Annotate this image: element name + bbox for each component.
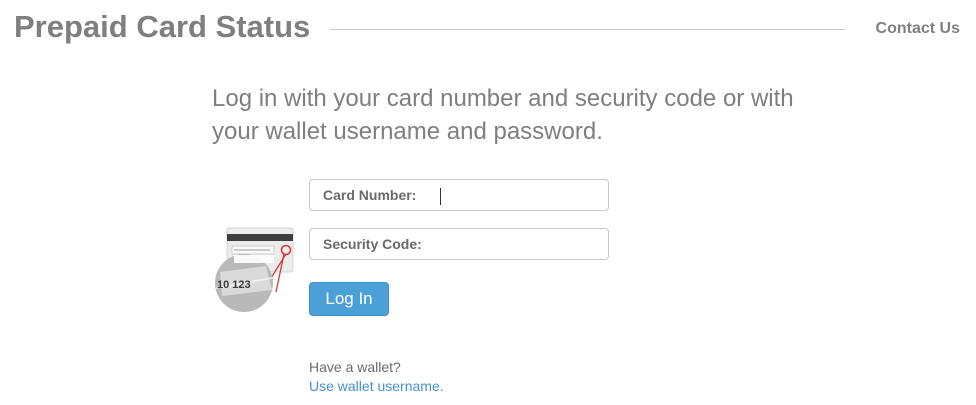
security-code-label: Security Code: bbox=[323, 236, 422, 252]
security-code-input[interactable] bbox=[430, 233, 600, 255]
login-instructions: Log in with your card number and securit… bbox=[212, 85, 794, 145]
card-number-label: Card Number: bbox=[323, 187, 417, 203]
page-title: Prepaid Card Status bbox=[14, 9, 311, 44]
contact-us-link[interactable]: Contact Us bbox=[876, 18, 960, 40]
security-code-field[interactable]: Security Code: bbox=[309, 228, 609, 260]
card-number-input[interactable] bbox=[438, 184, 598, 206]
wallet-question: Have a wallet? bbox=[309, 359, 401, 375]
header-divider bbox=[330, 29, 845, 30]
card-security-code-icon: 10 123 bbox=[214, 226, 296, 316]
text-cursor bbox=[440, 188, 441, 205]
prepaid-card-status-page: Prepaid Card Status Contact Us Log in wi… bbox=[0, 0, 976, 405]
svg-text:10 123: 10 123 bbox=[217, 279, 251, 291]
use-wallet-username-link[interactable]: Use wallet username. bbox=[309, 378, 444, 395]
card-number-field[interactable]: Card Number: bbox=[309, 179, 609, 211]
log-in-button[interactable]: Log In bbox=[309, 282, 389, 316]
